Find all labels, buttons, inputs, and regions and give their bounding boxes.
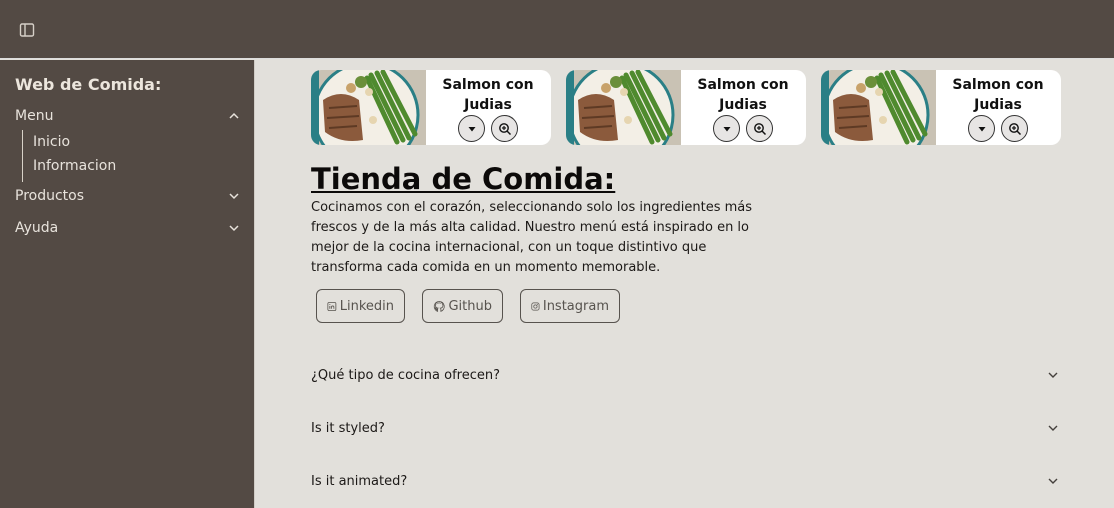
faq-question: Is it animated? [311, 473, 408, 489]
instagram-button[interactable]: Instagram [520, 289, 620, 323]
zoom-in-icon [1008, 122, 1021, 135]
salmon-dish-image [821, 70, 936, 145]
linkedin-icon [327, 301, 337, 311]
sidebar-item-label: Menu [15, 108, 54, 124]
expand-button[interactable] [968, 115, 995, 142]
github-button[interactable]: Github [422, 289, 503, 323]
card-title: Salmon con Judias [697, 77, 789, 113]
zoom-in-icon [498, 122, 511, 135]
faq-question: Is it styled? [311, 420, 385, 436]
chevron-up-icon [229, 112, 239, 119]
linkedin-label: Linkedin [339, 298, 394, 314]
sidebar: Web de Comida: Menu Inicio Informacion P… [0, 60, 255, 508]
caret-down-icon [723, 126, 730, 131]
chevron-down-icon [1048, 372, 1058, 378]
sidebar-item-inicio[interactable]: Inicio [33, 134, 70, 150]
sidebar-title: Web de Comida: [15, 75, 162, 94]
chevron-down-icon [229, 193, 239, 200]
sidebar-item-label: Productos [15, 188, 85, 204]
instagram-icon [531, 301, 540, 311]
chevron-down-icon [1048, 478, 1058, 484]
sidebar-item-ayuda[interactable]: Ayuda [15, 216, 241, 240]
zoom-in-icon [753, 122, 766, 135]
product-card[interactable]: Salmon con Judias [566, 70, 806, 145]
github-label: Github [448, 298, 492, 314]
card-title: Salmon con Judias [952, 77, 1044, 113]
zoom-button[interactable] [746, 115, 773, 142]
github-icon [433, 300, 445, 312]
product-card[interactable]: Salmon con Judias [311, 70, 551, 145]
faq-item[interactable]: ¿Qué tipo de cocina ofrecen? [311, 360, 1060, 390]
linkedin-button[interactable]: Linkedin [316, 289, 405, 323]
faq-item[interactable]: Is it styled? [311, 413, 1060, 443]
instagram-label: Instagram [542, 298, 609, 314]
top-bar [0, 0, 1114, 59]
caret-down-icon [468, 126, 475, 131]
sidebar-item-productos[interactable]: Productos [15, 184, 241, 208]
salmon-dish-image [311, 70, 426, 145]
expand-button[interactable] [713, 115, 740, 142]
zoom-button[interactable] [491, 115, 518, 142]
page-title: Tienda de Comida: [311, 162, 616, 196]
sidebar-item-informacion[interactable]: Informacion [33, 158, 116, 174]
sidebar-item-label: Ayuda [15, 220, 59, 236]
expand-button[interactable] [458, 115, 485, 142]
product-card[interactable]: Salmon con Judias [821, 70, 1061, 145]
chevron-down-icon [1048, 425, 1058, 431]
zoom-button[interactable] [1001, 115, 1028, 142]
sidebar-submenu: Inicio Informacion [22, 130, 116, 182]
caret-down-icon [978, 126, 985, 131]
sidebar-toggle-icon[interactable] [18, 21, 36, 39]
faq-item[interactable]: Is it animated? [311, 466, 1060, 496]
salmon-dish-image [566, 70, 681, 145]
sidebar-item-menu[interactable]: Menu [15, 104, 241, 128]
chevron-down-icon [229, 225, 239, 232]
faq-question: ¿Qué tipo de cocina ofrecen? [311, 367, 501, 383]
card-title: Salmon con Judias [442, 77, 534, 113]
page-description: Cocinamos con el corazón, seleccionando … [311, 200, 753, 275]
